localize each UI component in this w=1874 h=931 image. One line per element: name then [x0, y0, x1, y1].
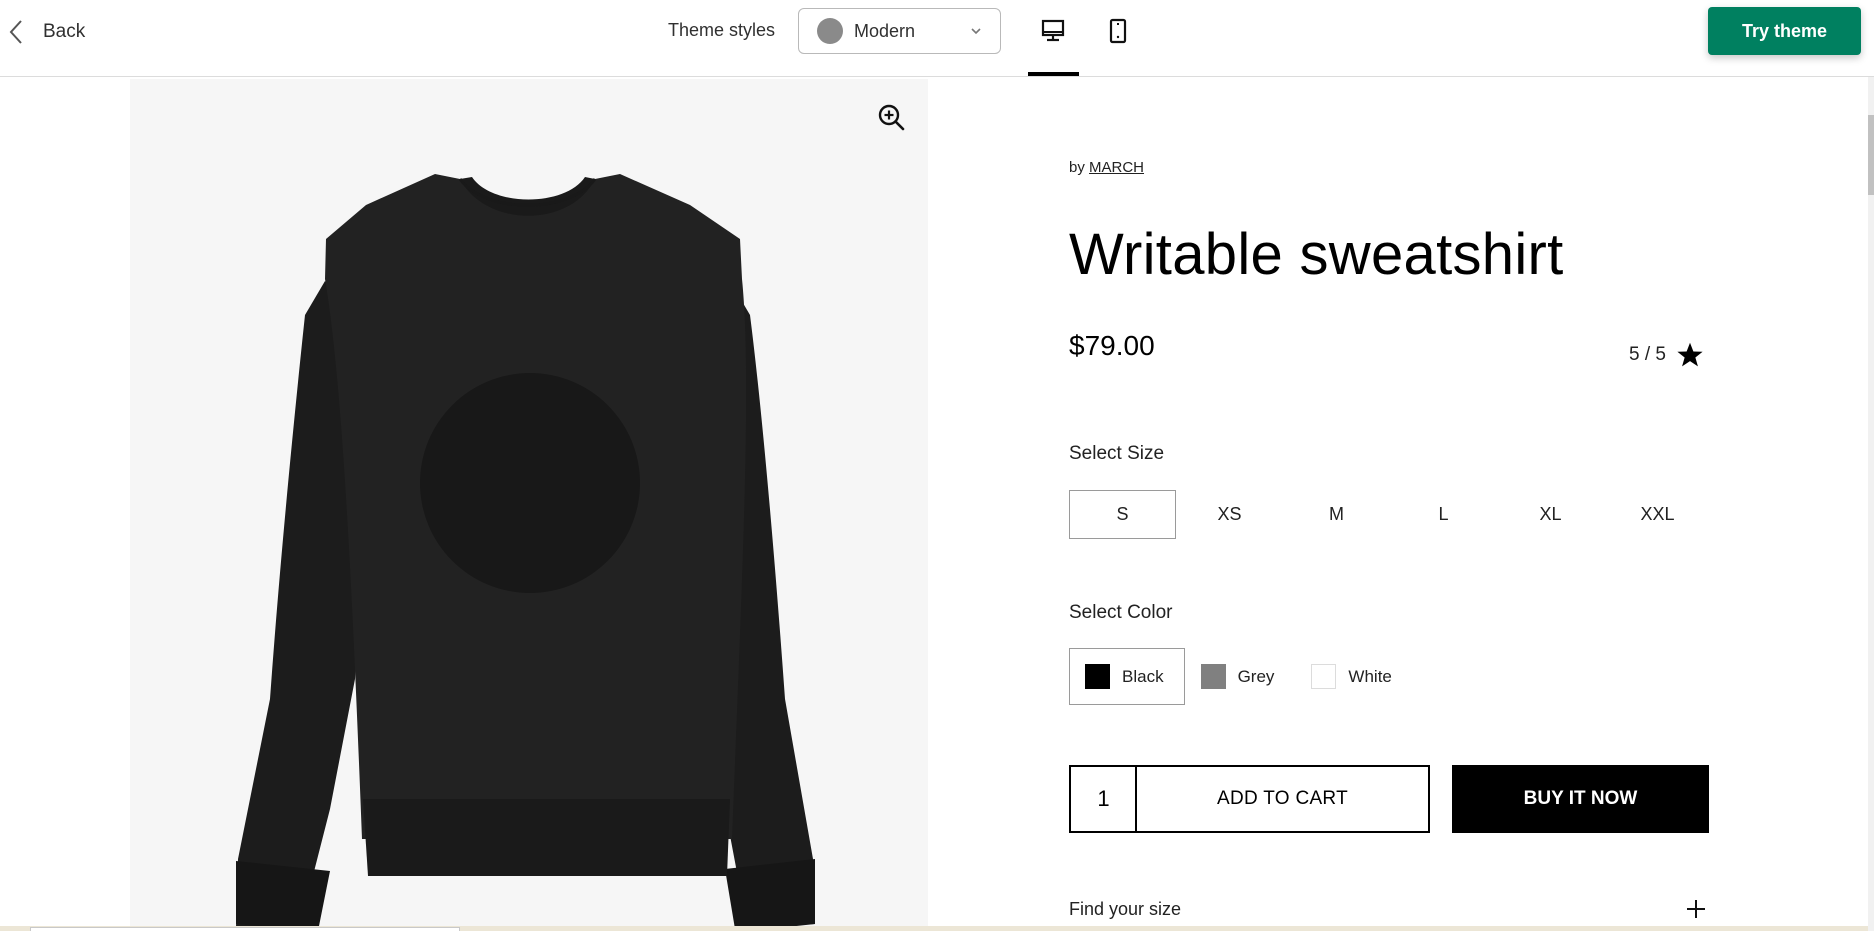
try-theme-button[interactable]: Try theme	[1708, 7, 1861, 55]
select-size-label: Select Size	[1069, 443, 1165, 464]
size-option-s[interactable]: S	[1069, 490, 1176, 539]
size-option-m[interactable]: M	[1283, 490, 1390, 539]
quantity-input[interactable]: 1	[1069, 765, 1136, 833]
product-details: by MARCH Writable sweatshirt $79.00 5 / …	[1069, 79, 1709, 931]
size-option-l[interactable]: L	[1390, 490, 1497, 539]
product-image-panel[interactable]	[130, 79, 928, 931]
desktop-view-button[interactable]	[1036, 14, 1070, 48]
color-option-grey[interactable]: Grey	[1185, 648, 1296, 705]
theme-swatch	[817, 18, 843, 44]
theme-select-value: Modern	[854, 20, 916, 41]
find-your-size-label: Find your size	[1069, 898, 1182, 919]
color-swatch	[1200, 664, 1226, 689]
back-label: Back	[43, 21, 86, 42]
color-option-black[interactable]: Black	[1069, 648, 1185, 705]
mobile-icon	[1109, 18, 1127, 44]
color-option-white[interactable]: White	[1295, 648, 1412, 705]
bottom-panel-box	[30, 927, 460, 931]
active-view-indicator	[1028, 72, 1079, 76]
color-name: Grey	[1237, 666, 1275, 686]
color-name: White	[1348, 666, 1392, 686]
size-option-xl[interactable]: XL	[1497, 490, 1604, 539]
product-title: Writable sweatshirt	[1069, 222, 1564, 287]
color-options: Black Grey White	[1069, 648, 1413, 705]
product-price: $79.00	[1069, 330, 1155, 361]
select-color-label: Select Color	[1069, 602, 1173, 623]
size-options: S XS M L XL XXL	[1069, 490, 1711, 539]
theme-styles-label: Theme styles	[668, 20, 776, 40]
size-option-xxl[interactable]: XXL	[1604, 490, 1711, 539]
back-button[interactable]: Back	[8, 14, 85, 50]
rating-text: 5 / 5	[1629, 344, 1666, 365]
buy-it-now-button[interactable]: BUY IT NOW	[1452, 765, 1709, 833]
vendor-link[interactable]: MARCH	[1089, 159, 1144, 176]
find-your-size-accordion[interactable]: Find your size	[1069, 894, 1709, 924]
zoom-image-button[interactable]	[877, 103, 907, 133]
color-swatch	[1311, 664, 1337, 689]
add-to-cart-button[interactable]: ADD TO CART	[1135, 765, 1430, 833]
vendor-prefix: by	[1069, 159, 1085, 176]
color-name: Black	[1122, 666, 1164, 686]
color-swatch	[1085, 664, 1110, 689]
vendor-line: by MARCH	[1069, 159, 1144, 176]
star-icon	[1677, 342, 1703, 367]
page-scrollbar[interactable]	[1868, 77, 1874, 931]
preview-header: Back Theme styles Modern Try theme	[0, 0, 1874, 77]
desktop-icon	[1041, 19, 1065, 42]
plus-icon	[1687, 900, 1705, 918]
zoom-in-icon	[878, 104, 905, 131]
chevron-down-icon	[971, 28, 981, 35]
size-option-xs[interactable]: XS	[1176, 490, 1283, 539]
product-image	[236, 174, 815, 931]
mobile-view-button[interactable]	[1101, 14, 1135, 48]
product-rating: 5 / 5	[1629, 341, 1704, 369]
chevron-left-icon	[9, 20, 22, 44]
theme-style-select[interactable]: Modern	[798, 8, 1001, 54]
scrollbar-thumb[interactable]	[1868, 115, 1874, 195]
